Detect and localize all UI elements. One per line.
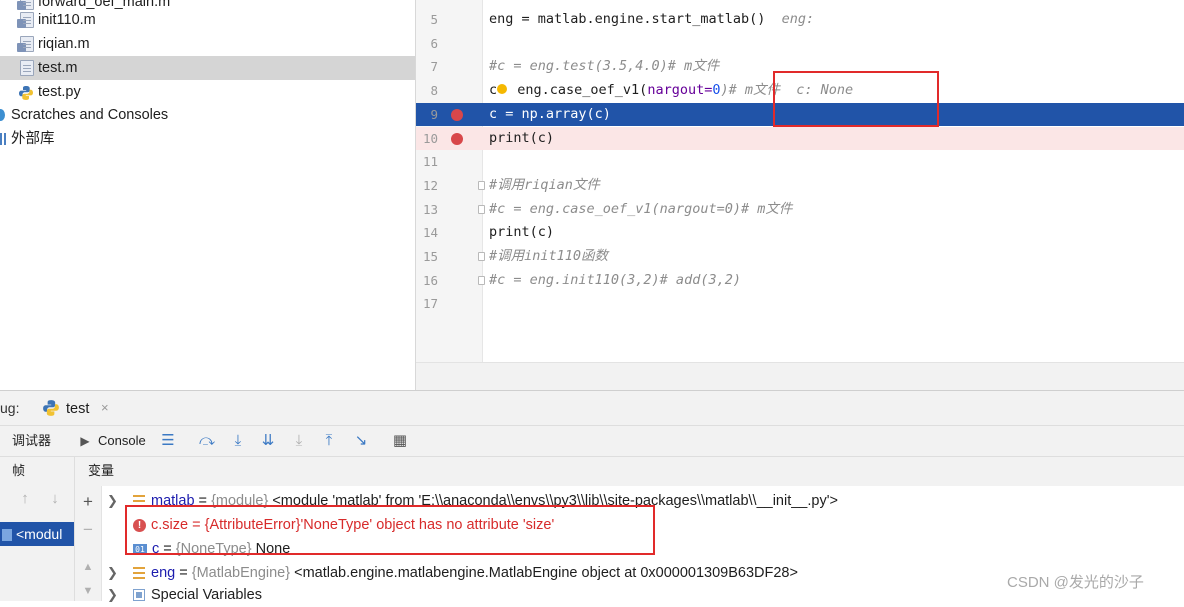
annotation-box-variables	[125, 505, 655, 555]
line-number: 15	[422, 249, 438, 264]
line-number: 9	[430, 106, 438, 122]
intention-bulb-icon[interactable]	[497, 84, 508, 95]
tree-item-test-m[interactable]: test.m	[0, 56, 415, 80]
line-number: 5	[430, 12, 438, 27]
code-text: print(c)	[489, 224, 555, 241]
annotation-box-inline-value	[773, 71, 939, 127]
code-editor[interactable]: 5 eng = matlab.engine.start_matlab() eng…	[416, 0, 1184, 391]
code-text: print(c)	[489, 129, 555, 146]
variable-row-eng[interactable]: ❯ eng = {MatlabEngine} <matlab.engine.ma…	[107, 561, 798, 585]
run-to-cursor-icon[interactable]: ↘	[352, 432, 370, 450]
expand-chevron-icon[interactable]: ❯	[107, 561, 118, 585]
line-number: 11	[422, 154, 438, 170]
debug-tool-window: ug: test × 调试器 ▶ Console ☰ ⤼ ⤓ ⇊ ⤓ ⤒ ↘ ▦…	[0, 390, 1184, 603]
evaluate-table-icon[interactable]: ▦	[391, 432, 409, 450]
code-line-16[interactable]: 16 #c = eng.init110(3,2)# add(3,2)	[416, 269, 1184, 293]
remove-watch-icon[interactable]: −	[79, 521, 97, 539]
code-line-5[interactable]: 5 eng = matlab.engine.start_matlab() eng…	[416, 8, 1184, 32]
debug-subheaders: 帧 变量	[0, 456, 1184, 487]
tree-item-external-libraries[interactable]: 外部库	[0, 127, 415, 151]
variables-header: 变量	[88, 463, 115, 478]
fold-marker-icon[interactable]	[478, 180, 485, 190]
fold-marker-icon[interactable]	[478, 252, 485, 261]
console-icon: ▶	[80, 434, 90, 448]
scratches-icon	[0, 109, 5, 121]
menu-lines-icon[interactable]: ☰	[159, 432, 177, 450]
debug-window-label: ug:	[0, 400, 20, 416]
special-variables-icon	[133, 589, 145, 602]
code-text: #c = eng.init110(3,2)# add(3,2)	[489, 271, 741, 288]
code-line-10[interactable]: 10 print(c)	[416, 126, 1184, 151]
tree-item-test-py[interactable]: test.py	[0, 80, 415, 104]
frame-up-icon[interactable]: ↑	[16, 490, 34, 508]
debug-header: ug: test ×	[0, 391, 1184, 425]
close-tab-icon[interactable]: ×	[101, 397, 109, 419]
line-number: 6	[430, 35, 438, 51]
text-file-icon	[20, 60, 34, 76]
fold-marker-icon[interactable]	[478, 275, 485, 285]
code-line-13[interactable]: 13 #c = eng.case_oef_v1(nargout=0)# m文件	[416, 198, 1184, 222]
code-line-12[interactable]: 12 #调用riqian文件	[416, 174, 1184, 198]
add-watch-icon[interactable]: +	[79, 493, 97, 511]
code-text: #调用init110函数	[489, 248, 609, 264]
variables-gutter: + − ▲ ▼	[75, 486, 102, 601]
breakpoint-icon[interactable]	[451, 108, 463, 121]
matlab-file-icon	[17, 12, 34, 28]
step-over-icon[interactable]: ⤼	[198, 432, 216, 450]
tree-item-riqian[interactable]: riqian.m	[0, 32, 415, 56]
python-run-config-icon	[42, 399, 60, 423]
step-into-my-code-icon[interactable]: ⇊	[259, 432, 277, 450]
line-number: 16	[422, 272, 438, 288]
force-step-into-icon[interactable]: ⤓	[290, 432, 308, 450]
python-file-icon	[18, 84, 34, 100]
tab-debugger[interactable]: 调试器	[12, 426, 51, 456]
matlab-file-icon	[17, 36, 34, 52]
tree-item-scratches[interactable]: Scratches and Consoles	[0, 103, 415, 127]
step-into-icon[interactable]: ⤓	[229, 432, 247, 450]
tab-console[interactable]: Console	[98, 426, 146, 456]
code-text: c = np.array(c)	[489, 105, 611, 122]
code-line-14[interactable]: 14 print(c)	[416, 221, 1184, 245]
frame-down-icon[interactable]: ↓	[46, 490, 64, 508]
debug-tab-test[interactable]: test ×	[40, 397, 109, 419]
tree-item-init110[interactable]: init110.m	[0, 8, 415, 32]
editor-footer-bar	[416, 362, 1184, 391]
scroll-down-icon[interactable]: ▼	[79, 582, 97, 600]
code-line-15[interactable]: 15 #调用init110函数	[416, 245, 1184, 269]
line-number: 7	[430, 59, 438, 75]
code-text: #c = eng.case_oef_v1(nargout=0)# m文件	[489, 200, 793, 217]
object-icon	[133, 567, 145, 580]
debug-toolbar: 调试器 ▶ Console ☰ ⤼ ⤓ ⇊ ⤓ ⤒ ↘ ▦	[0, 425, 1184, 457]
line-number: 14	[422, 225, 438, 241]
expand-chevron-icon[interactable]: ❯	[107, 489, 118, 513]
step-out-icon[interactable]: ⤒	[320, 432, 338, 450]
frames-pane: ↑ ↓ <modul	[0, 486, 75, 601]
scroll-up-icon[interactable]: ▲	[79, 558, 97, 576]
line-number: 17	[422, 296, 438, 312]
line-number: 12	[422, 177, 438, 193]
code-line-17[interactable]: 17	[416, 292, 1184, 316]
expand-chevron-icon[interactable]: ❯	[107, 583, 118, 607]
code-text: #调用riqian文件	[489, 176, 600, 193]
line-number: 10	[422, 130, 438, 146]
watermark-text: CSDN @发光的沙子	[1007, 574, 1144, 591]
line-number: 8	[430, 83, 438, 99]
code-line-11[interactable]: 11	[416, 150, 1184, 174]
frames-header: 帧	[12, 463, 26, 478]
code-line-6[interactable]: 6	[416, 32, 1184, 56]
variable-row-special-variables[interactable]: ❯ Special Variables	[107, 583, 262, 607]
code-text: #c = eng.test(3.5,4.0)# m文件	[489, 58, 720, 75]
frame-item-module[interactable]: <modul	[0, 522, 74, 546]
fold-marker-icon[interactable]	[478, 204, 485, 214]
project-tree-panel: forward_oef_main.m init110.m riqian.m te…	[0, 0, 416, 390]
code-text: eng = matlab.engine.start_matlab() eng:	[489, 11, 815, 27]
line-number: 13	[422, 201, 438, 217]
breakpoint-icon[interactable]	[451, 132, 463, 145]
frame-icon	[2, 529, 12, 542]
library-icon	[0, 133, 6, 145]
